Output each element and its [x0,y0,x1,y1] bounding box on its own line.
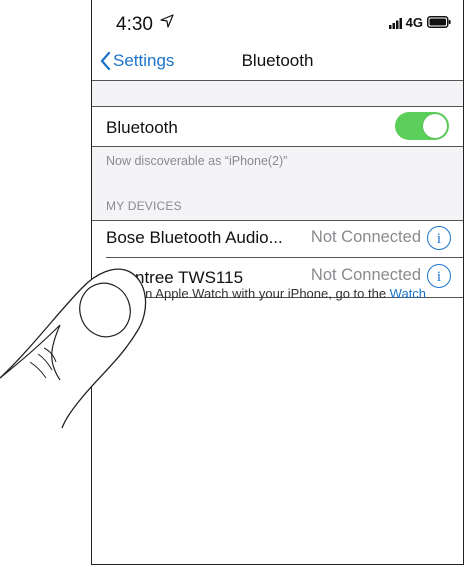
status-time: 4:30 [116,14,153,35]
divider [92,220,463,221]
device-name: Bose Bluetooth Audio... [106,228,283,247]
watch-link[interactable]: Watch [390,286,426,301]
location-arrow-icon [160,14,174,33]
info-icon[interactable]: i [427,264,451,288]
divider [92,106,463,107]
tapping-finger-illustration [0,268,147,429]
status-bar: 4:30 4G [92,0,463,36]
network-type: 4G [405,15,423,30]
apple-watch-note: r an Apple Watch with your iPhone, go to… [130,286,426,301]
info-icon[interactable]: i [427,226,451,250]
section-spacer [92,80,463,106]
divider [92,80,463,81]
bluetooth-toggle[interactable] [395,112,449,140]
nav-bar: Settings Bluetooth [92,42,463,78]
device-status: Not Connected [310,228,421,246]
signal-icon [389,16,403,34]
page-title: Bluetooth [241,51,314,70]
battery-icon [427,15,451,33]
my-devices-header: MY DEVICES [106,199,182,213]
bluetooth-label: Bluetooth [106,118,178,137]
discoverable-text: Now discoverable as “iPhone(2)” [106,154,288,168]
toggle-knob [423,114,447,138]
apple-watch-note-text: r an Apple Watch with your iPhone, go to… [130,286,390,301]
device-status: Not Connected [310,266,421,284]
